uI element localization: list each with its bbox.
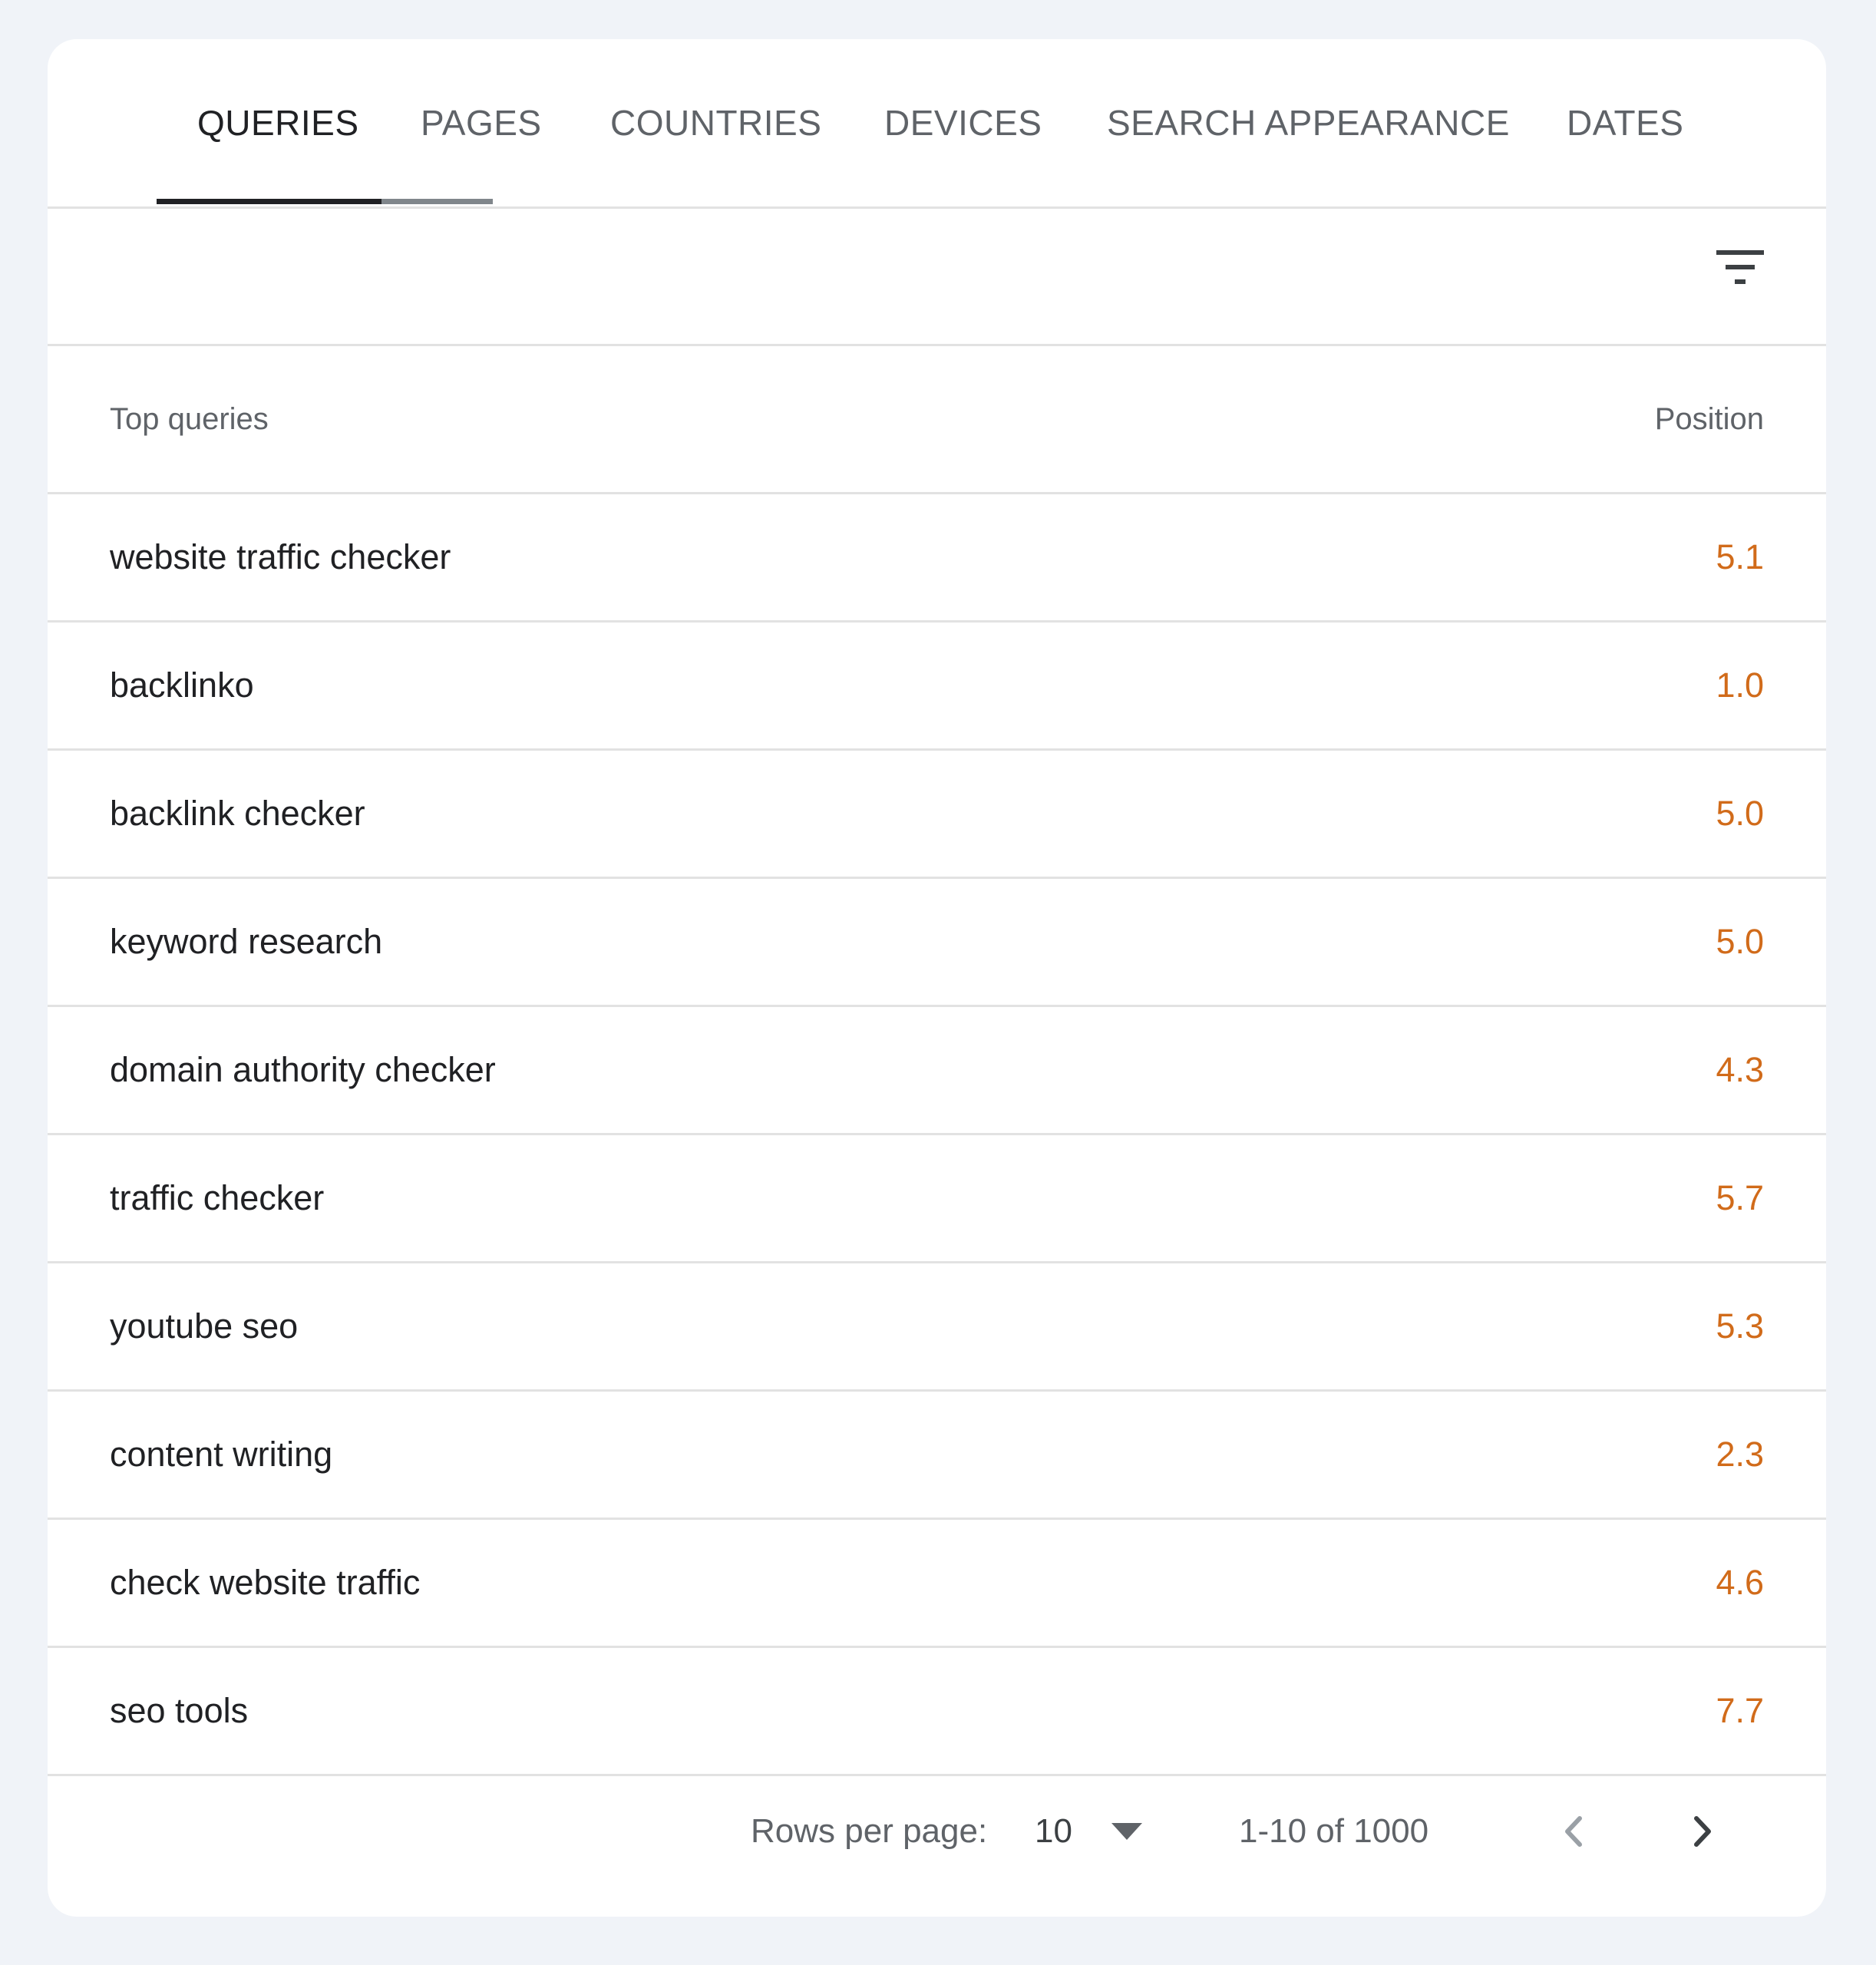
table-row[interactable]: seo tools 7.7 [48, 1648, 1826, 1776]
query-cell: keyword research [110, 922, 383, 961]
table-body: website traffic checker 5.1 backlinko 1.… [48, 494, 1826, 1776]
position-cell: 5.7 [1716, 1178, 1764, 1217]
query-cell: website traffic checker [110, 537, 451, 576]
position-cell: 7.7 [1716, 1691, 1764, 1730]
table-row[interactable]: content writing 2.3 [48, 1392, 1826, 1520]
table-row[interactable]: traffic checker 5.7 [48, 1135, 1826, 1263]
position-cell: 4.6 [1716, 1563, 1764, 1602]
query-cell: youtube seo [110, 1306, 299, 1346]
query-cell: seo tools [110, 1691, 249, 1730]
tab-pages[interactable]: PAGES [421, 39, 542, 206]
rows-per-page-label: Rows per page: [751, 1812, 988, 1850]
table-row[interactable]: backlinko 1.0 [48, 623, 1826, 751]
performance-card: QUERIES PAGES COUNTRIES DEVICES SEARCH A… [48, 39, 1826, 1917]
rows-per-page-select[interactable]: 10 [1035, 1782, 1072, 1881]
filter-list-icon[interactable] [1713, 249, 1767, 287]
filter-toolbar [48, 209, 1826, 346]
query-cell: backlinko [110, 665, 254, 705]
query-cell: content writing [110, 1435, 333, 1474]
tab-bar: QUERIES PAGES COUNTRIES DEVICES SEARCH A… [48, 39, 1826, 209]
column-header-position[interactable]: Position [1655, 346, 1764, 492]
table-row[interactable]: domain authority checker 4.3 [48, 1007, 1826, 1135]
position-cell: 5.1 [1716, 537, 1764, 576]
table-row[interactable]: youtube seo 5.3 [48, 1263, 1826, 1392]
chevron-left-icon[interactable] [1554, 1811, 1595, 1852]
tab-queries[interactable]: QUERIES [197, 39, 359, 206]
tab-dates[interactable]: DATES [1567, 39, 1683, 206]
tab-devices[interactable]: DEVICES [884, 39, 1042, 206]
table-header: Top queries Position [48, 346, 1826, 494]
table-row[interactable]: keyword research 5.0 [48, 879, 1826, 1007]
query-cell: backlink checker [110, 794, 365, 833]
query-cell: domain authority checker [110, 1050, 496, 1089]
tab-search-appearance[interactable]: SEARCH APPEARANCE [1107, 39, 1510, 206]
position-cell: 2.3 [1716, 1435, 1764, 1474]
tab-indicator-transition [381, 199, 493, 204]
pagination-range: 1-10 of 1000 [1239, 1812, 1429, 1850]
query-cell: traffic checker [110, 1178, 325, 1217]
chevron-right-icon[interactable] [1681, 1811, 1722, 1852]
position-cell: 5.0 [1716, 922, 1764, 961]
active-tab-indicator [157, 199, 381, 204]
column-header-top-queries[interactable]: Top queries [110, 346, 269, 492]
tab-countries[interactable]: COUNTRIES [610, 39, 821, 206]
query-cell: check website traffic [110, 1563, 421, 1602]
position-cell: 5.3 [1716, 1306, 1764, 1346]
dropdown-arrow-icon[interactable] [1110, 1821, 1144, 1841]
table-row[interactable]: backlink checker 5.0 [48, 751, 1826, 879]
pagination-bar: Rows per page: 10 1-10 of 1000 [48, 1782, 1826, 1881]
table-row[interactable]: check website traffic 4.6 [48, 1520, 1826, 1648]
table-row[interactable]: website traffic checker 5.1 [48, 494, 1826, 623]
position-cell: 1.0 [1716, 665, 1764, 705]
position-cell: 5.0 [1716, 794, 1764, 833]
position-cell: 4.3 [1716, 1050, 1764, 1089]
